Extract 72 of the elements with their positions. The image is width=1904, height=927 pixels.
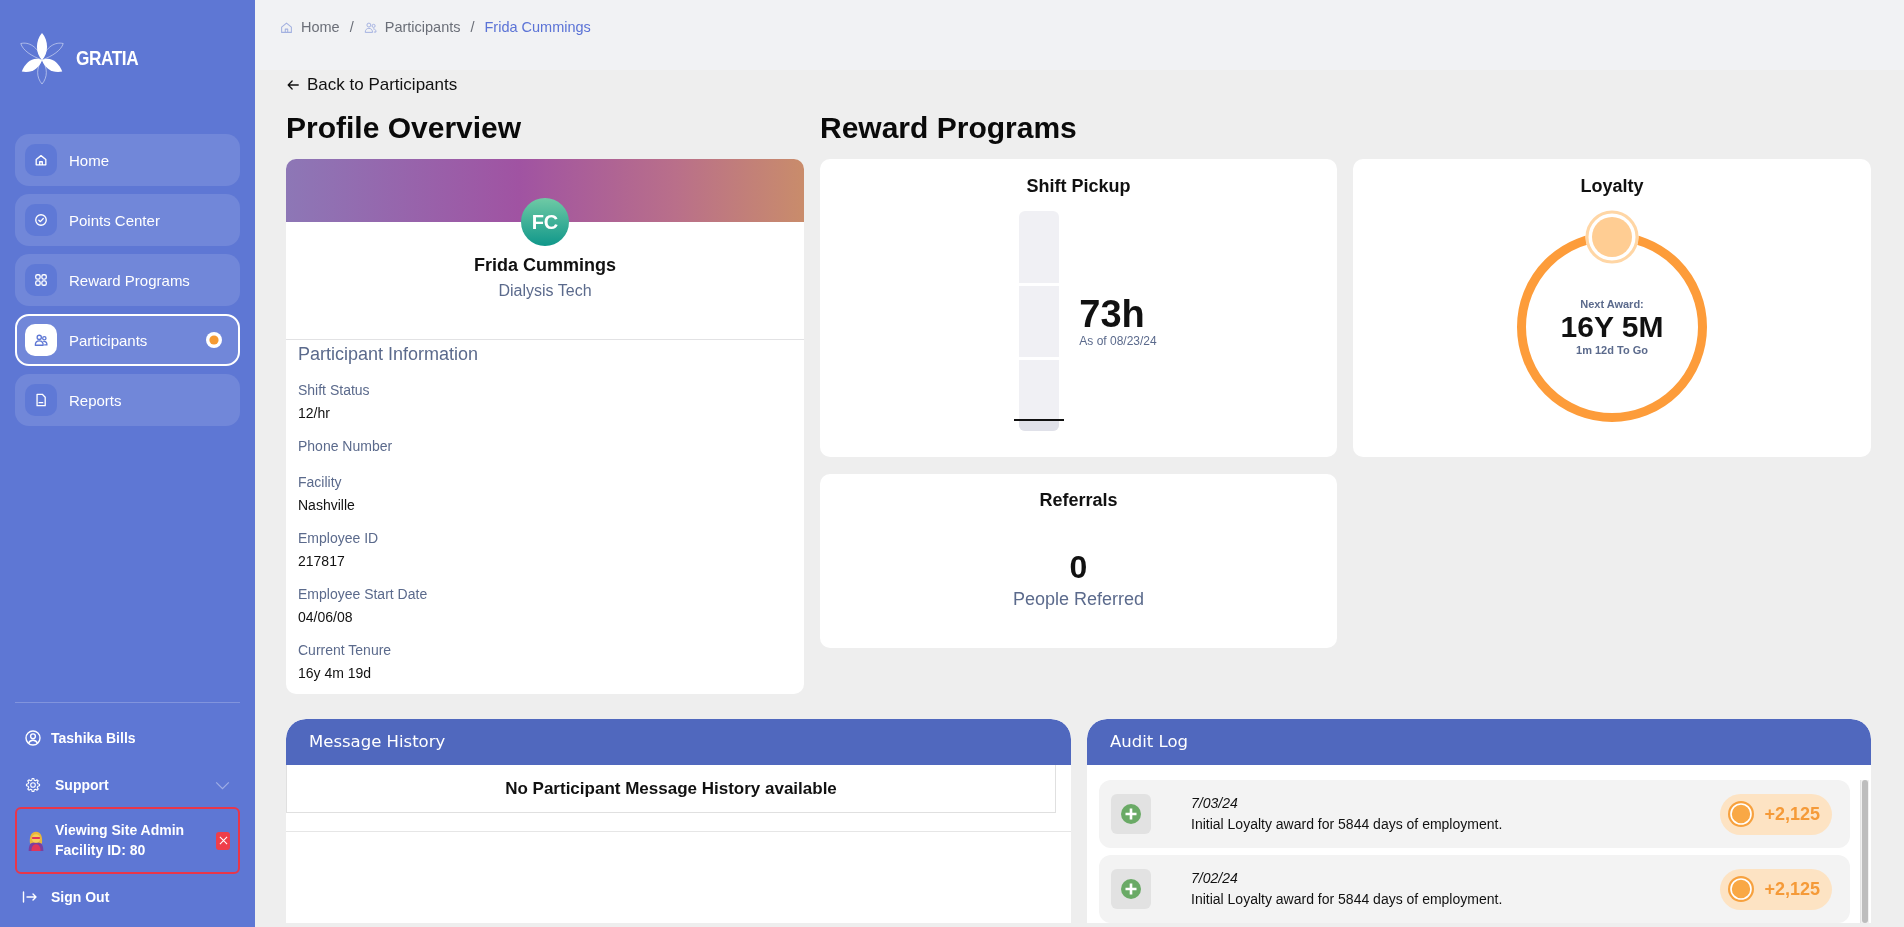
add-icon xyxy=(1111,794,1151,834)
as-of-date: As of 08/23/24 xyxy=(1079,334,1157,348)
participant-name: Frida Cummings xyxy=(474,254,616,276)
support-menu[interactable]: Support xyxy=(15,763,240,807)
arrow-left-icon xyxy=(286,78,300,92)
field-value: 04/06/08 xyxy=(298,608,353,627)
points-value: +2,125 xyxy=(1764,803,1820,825)
user-circle-icon xyxy=(25,730,41,746)
coin-icon xyxy=(1728,876,1755,902)
coin-icon xyxy=(1728,801,1755,827)
back-link[interactable]: Back to Participants xyxy=(286,75,458,95)
people-icon xyxy=(25,324,57,356)
nav-item[interactable]: Reward Programs xyxy=(15,254,240,306)
field-value: 16y 4m 19d xyxy=(298,664,372,683)
sign-out-link[interactable]: Sign Out xyxy=(15,877,240,917)
home-icon xyxy=(25,144,57,176)
home-icon xyxy=(280,20,293,34)
people-icon xyxy=(363,20,377,34)
breadcrumb-link[interactable]: Home xyxy=(280,17,340,37)
points-value: +2,125 xyxy=(1764,878,1820,900)
section-heading: Reward Programs xyxy=(820,110,1078,146)
avatar: FC xyxy=(521,198,569,246)
breadcrumb-separator: / xyxy=(470,18,475,37)
nav-item[interactable]: Points Center xyxy=(15,194,240,246)
hours-value: 73h xyxy=(1079,294,1145,334)
entry-date: 7/03/24 xyxy=(1191,795,1238,812)
user-name: Tashika Bills xyxy=(51,730,136,746)
time-remaining: 1m 12d To Go xyxy=(1576,343,1648,357)
field-label: Employee ID xyxy=(298,529,379,548)
next-award-value: 16Y 5M xyxy=(1560,311,1664,343)
close-icon xyxy=(218,836,228,845)
entry-description: Initial Loyalty award for 5844 days of employment. xyxy=(1191,816,1503,833)
nav-item[interactable]: Reports xyxy=(15,374,240,426)
field-label: Facility xyxy=(298,473,342,492)
nav-item[interactable]: Home xyxy=(15,134,240,186)
participant-role: Dialysis Tech xyxy=(498,281,592,301)
referral-count: 0 xyxy=(1069,549,1088,585)
field-value: 217817 xyxy=(298,552,345,571)
facility-id: Facility ID: 80 xyxy=(55,842,147,859)
panel-header: Audit Log xyxy=(1087,719,1871,765)
breadcrumb-link[interactable]: Participants xyxy=(363,17,461,37)
referrals-caption: People Referred xyxy=(1012,588,1145,610)
marker-icon xyxy=(1585,210,1639,264)
logo-icon xyxy=(18,31,66,85)
nav-item[interactable]: Participants xyxy=(15,314,240,366)
field-label: Shift Status xyxy=(298,381,370,400)
close-button[interactable] xyxy=(216,831,230,850)
field-label: Phone Number xyxy=(298,437,393,456)
card-title: Shift Pickup xyxy=(1026,175,1131,197)
card-title: Loyalty xyxy=(1580,175,1644,197)
empty-state-message: No Participant Message History available xyxy=(286,765,1056,813)
field-label: Employee Start Date xyxy=(298,585,428,604)
next-award-label: Next Award: xyxy=(1580,297,1644,311)
field-label: Current Tenure xyxy=(298,641,392,660)
panel-header: Message History xyxy=(286,719,1071,765)
entry-date: 7/02/24 xyxy=(1191,870,1238,887)
field-value: 12/hr xyxy=(298,404,330,423)
grid-icon xyxy=(25,264,57,296)
sign-out-icon xyxy=(22,889,38,905)
entry-description: Initial Loyalty award for 5844 days of employment. xyxy=(1191,891,1503,908)
field-value: Nashville xyxy=(298,496,355,515)
document-icon xyxy=(25,384,57,416)
level-marker-line xyxy=(1014,419,1065,421)
gear-icon xyxy=(25,777,41,793)
card-title: Referrals xyxy=(1039,489,1118,511)
logo-text: GRATIA xyxy=(76,46,139,70)
page-heading: Profile Overview xyxy=(286,110,523,146)
impersonation-role: Viewing Site Admin xyxy=(55,822,186,839)
breadcrumb-link[interactable]: Frida Cummings xyxy=(484,17,591,37)
section-title: Participant Information xyxy=(298,343,480,365)
add-icon xyxy=(1111,869,1151,909)
breadcrumb-separator: / xyxy=(349,18,354,37)
